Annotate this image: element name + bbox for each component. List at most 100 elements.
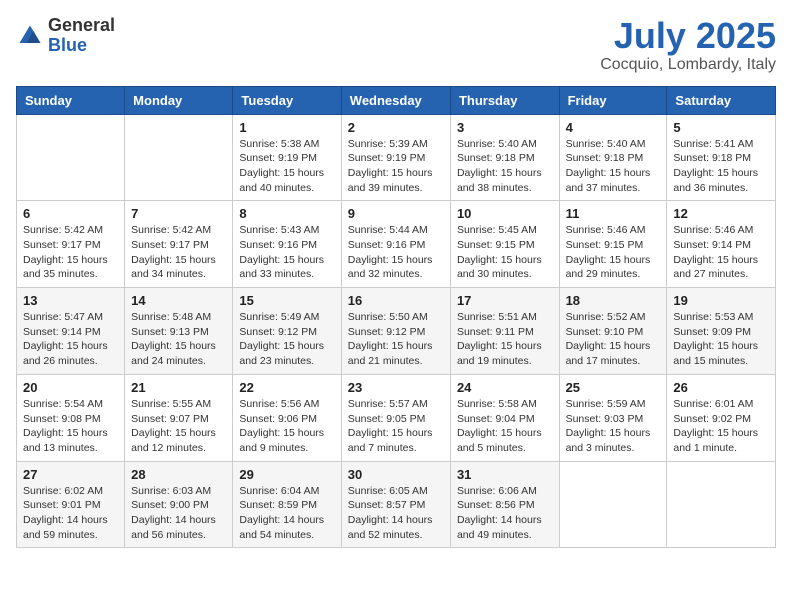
day-detail: Sunrise: 5:55 AMSunset: 9:07 PMDaylight:… (131, 398, 216, 454)
table-row: 7 Sunrise: 5:42 AMSunset: 9:17 PMDayligh… (125, 201, 233, 288)
day-detail: Sunrise: 5:38 AMSunset: 9:19 PMDaylight:… (239, 138, 324, 194)
table-row: 22 Sunrise: 5:56 AMSunset: 9:06 PMDaylig… (233, 374, 341, 461)
day-detail: Sunrise: 5:59 AMSunset: 9:03 PMDaylight:… (566, 398, 651, 454)
calendar-title: July 2025 (600, 16, 776, 56)
day-detail: Sunrise: 5:41 AMSunset: 9:18 PMDaylight:… (673, 138, 758, 194)
day-detail: Sunrise: 5:58 AMSunset: 9:04 PMDaylight:… (457, 398, 542, 454)
table-row: 14 Sunrise: 5:48 AMSunset: 9:13 PMDaylig… (125, 288, 233, 375)
day-detail: Sunrise: 5:49 AMSunset: 9:12 PMDaylight:… (239, 311, 324, 367)
table-row: 31 Sunrise: 6:06 AMSunset: 8:56 PMDaylig… (450, 461, 559, 548)
day-number: 17 (457, 293, 553, 308)
table-row: 1 Sunrise: 5:38 AMSunset: 9:19 PMDayligh… (233, 114, 341, 201)
logo-general: General (48, 16, 115, 36)
day-detail: Sunrise: 5:40 AMSunset: 9:18 PMDaylight:… (566, 138, 651, 194)
day-number: 25 (566, 380, 661, 395)
day-number: 10 (457, 206, 553, 221)
table-row: 5 Sunrise: 5:41 AMSunset: 9:18 PMDayligh… (667, 114, 776, 201)
table-row: 26 Sunrise: 6:01 AMSunset: 9:02 PMDaylig… (667, 374, 776, 461)
days-header-row: Sunday Monday Tuesday Wednesday Thursday… (17, 86, 776, 114)
table-row: 28 Sunrise: 6:03 AMSunset: 9:00 PMDaylig… (125, 461, 233, 548)
day-number: 28 (131, 467, 226, 482)
day-number: 2 (348, 120, 444, 135)
table-row: 12 Sunrise: 5:46 AMSunset: 9:14 PMDaylig… (667, 201, 776, 288)
day-number: 19 (673, 293, 769, 308)
day-detail: Sunrise: 6:04 AMSunset: 8:59 PMDaylight:… (239, 485, 324, 541)
day-number: 1 (239, 120, 334, 135)
day-detail: Sunrise: 5:50 AMSunset: 9:12 PMDaylight:… (348, 311, 433, 367)
header-tuesday: Tuesday (233, 86, 341, 114)
calendar-week-row: 6 Sunrise: 5:42 AMSunset: 9:17 PMDayligh… (17, 201, 776, 288)
table-row: 15 Sunrise: 5:49 AMSunset: 9:12 PMDaylig… (233, 288, 341, 375)
logo-text: General Blue (48, 16, 115, 56)
day-detail: Sunrise: 5:46 AMSunset: 9:14 PMDaylight:… (673, 224, 758, 280)
table-row: 30 Sunrise: 6:05 AMSunset: 8:57 PMDaylig… (341, 461, 450, 548)
header-wednesday: Wednesday (341, 86, 450, 114)
table-row: 8 Sunrise: 5:43 AMSunset: 9:16 PMDayligh… (233, 201, 341, 288)
table-row (17, 114, 125, 201)
page-header: General Blue July 2025 Cocquio, Lombardy… (16, 16, 776, 74)
table-row: 24 Sunrise: 5:58 AMSunset: 9:04 PMDaylig… (450, 374, 559, 461)
day-detail: Sunrise: 6:01 AMSunset: 9:02 PMDaylight:… (673, 398, 758, 454)
table-row: 2 Sunrise: 5:39 AMSunset: 9:19 PMDayligh… (341, 114, 450, 201)
day-detail: Sunrise: 5:44 AMSunset: 9:16 PMDaylight:… (348, 224, 433, 280)
day-number: 12 (673, 206, 769, 221)
day-detail: Sunrise: 5:48 AMSunset: 9:13 PMDaylight:… (131, 311, 216, 367)
day-detail: Sunrise: 5:47 AMSunset: 9:14 PMDaylight:… (23, 311, 108, 367)
day-number: 27 (23, 467, 118, 482)
day-number: 31 (457, 467, 553, 482)
logo: General Blue (16, 16, 115, 56)
header-monday: Monday (125, 86, 233, 114)
logo-icon (16, 22, 44, 50)
logo-blue: Blue (48, 36, 115, 56)
day-number: 23 (348, 380, 444, 395)
day-detail: Sunrise: 5:51 AMSunset: 9:11 PMDaylight:… (457, 311, 542, 367)
day-number: 22 (239, 380, 334, 395)
table-row: 27 Sunrise: 6:02 AMSunset: 9:01 PMDaylig… (17, 461, 125, 548)
day-number: 14 (131, 293, 226, 308)
day-number: 8 (239, 206, 334, 221)
day-number: 7 (131, 206, 226, 221)
day-detail: Sunrise: 5:39 AMSunset: 9:19 PMDaylight:… (348, 138, 433, 194)
header-sunday: Sunday (17, 86, 125, 114)
table-row: 20 Sunrise: 5:54 AMSunset: 9:08 PMDaylig… (17, 374, 125, 461)
day-detail: Sunrise: 6:02 AMSunset: 9:01 PMDaylight:… (23, 485, 108, 541)
day-number: 18 (566, 293, 661, 308)
day-detail: Sunrise: 6:03 AMSunset: 9:00 PMDaylight:… (131, 485, 216, 541)
day-number: 11 (566, 206, 661, 221)
table-row: 16 Sunrise: 5:50 AMSunset: 9:12 PMDaylig… (341, 288, 450, 375)
day-number: 21 (131, 380, 226, 395)
table-row: 11 Sunrise: 5:46 AMSunset: 9:15 PMDaylig… (559, 201, 667, 288)
day-detail: Sunrise: 5:52 AMSunset: 9:10 PMDaylight:… (566, 311, 651, 367)
day-number: 9 (348, 206, 444, 221)
table-row (559, 461, 667, 548)
day-detail: Sunrise: 5:40 AMSunset: 9:18 PMDaylight:… (457, 138, 542, 194)
table-row: 29 Sunrise: 6:04 AMSunset: 8:59 PMDaylig… (233, 461, 341, 548)
day-number: 13 (23, 293, 118, 308)
table-row: 6 Sunrise: 5:42 AMSunset: 9:17 PMDayligh… (17, 201, 125, 288)
table-row: 4 Sunrise: 5:40 AMSunset: 9:18 PMDayligh… (559, 114, 667, 201)
day-detail: Sunrise: 5:46 AMSunset: 9:15 PMDaylight:… (566, 224, 651, 280)
header-thursday: Thursday (450, 86, 559, 114)
calendar-subtitle: Cocquio, Lombardy, Italy (600, 56, 776, 74)
day-detail: Sunrise: 5:54 AMSunset: 9:08 PMDaylight:… (23, 398, 108, 454)
table-row: 17 Sunrise: 5:51 AMSunset: 9:11 PMDaylig… (450, 288, 559, 375)
day-number: 30 (348, 467, 444, 482)
calendar-table: Sunday Monday Tuesday Wednesday Thursday… (16, 86, 776, 549)
calendar-week-row: 1 Sunrise: 5:38 AMSunset: 9:19 PMDayligh… (17, 114, 776, 201)
header-saturday: Saturday (667, 86, 776, 114)
day-detail: Sunrise: 5:42 AMSunset: 9:17 PMDaylight:… (131, 224, 216, 280)
day-number: 6 (23, 206, 118, 221)
table-row: 10 Sunrise: 5:45 AMSunset: 9:15 PMDaylig… (450, 201, 559, 288)
table-row (125, 114, 233, 201)
day-detail: Sunrise: 5:57 AMSunset: 9:05 PMDaylight:… (348, 398, 433, 454)
table-row: 3 Sunrise: 5:40 AMSunset: 9:18 PMDayligh… (450, 114, 559, 201)
table-row: 19 Sunrise: 5:53 AMSunset: 9:09 PMDaylig… (667, 288, 776, 375)
table-row: 25 Sunrise: 5:59 AMSunset: 9:03 PMDaylig… (559, 374, 667, 461)
day-detail: Sunrise: 5:56 AMSunset: 9:06 PMDaylight:… (239, 398, 324, 454)
day-number: 29 (239, 467, 334, 482)
day-number: 20 (23, 380, 118, 395)
day-number: 24 (457, 380, 553, 395)
table-row (667, 461, 776, 548)
table-row: 9 Sunrise: 5:44 AMSunset: 9:16 PMDayligh… (341, 201, 450, 288)
table-row: 13 Sunrise: 5:47 AMSunset: 9:14 PMDaylig… (17, 288, 125, 375)
